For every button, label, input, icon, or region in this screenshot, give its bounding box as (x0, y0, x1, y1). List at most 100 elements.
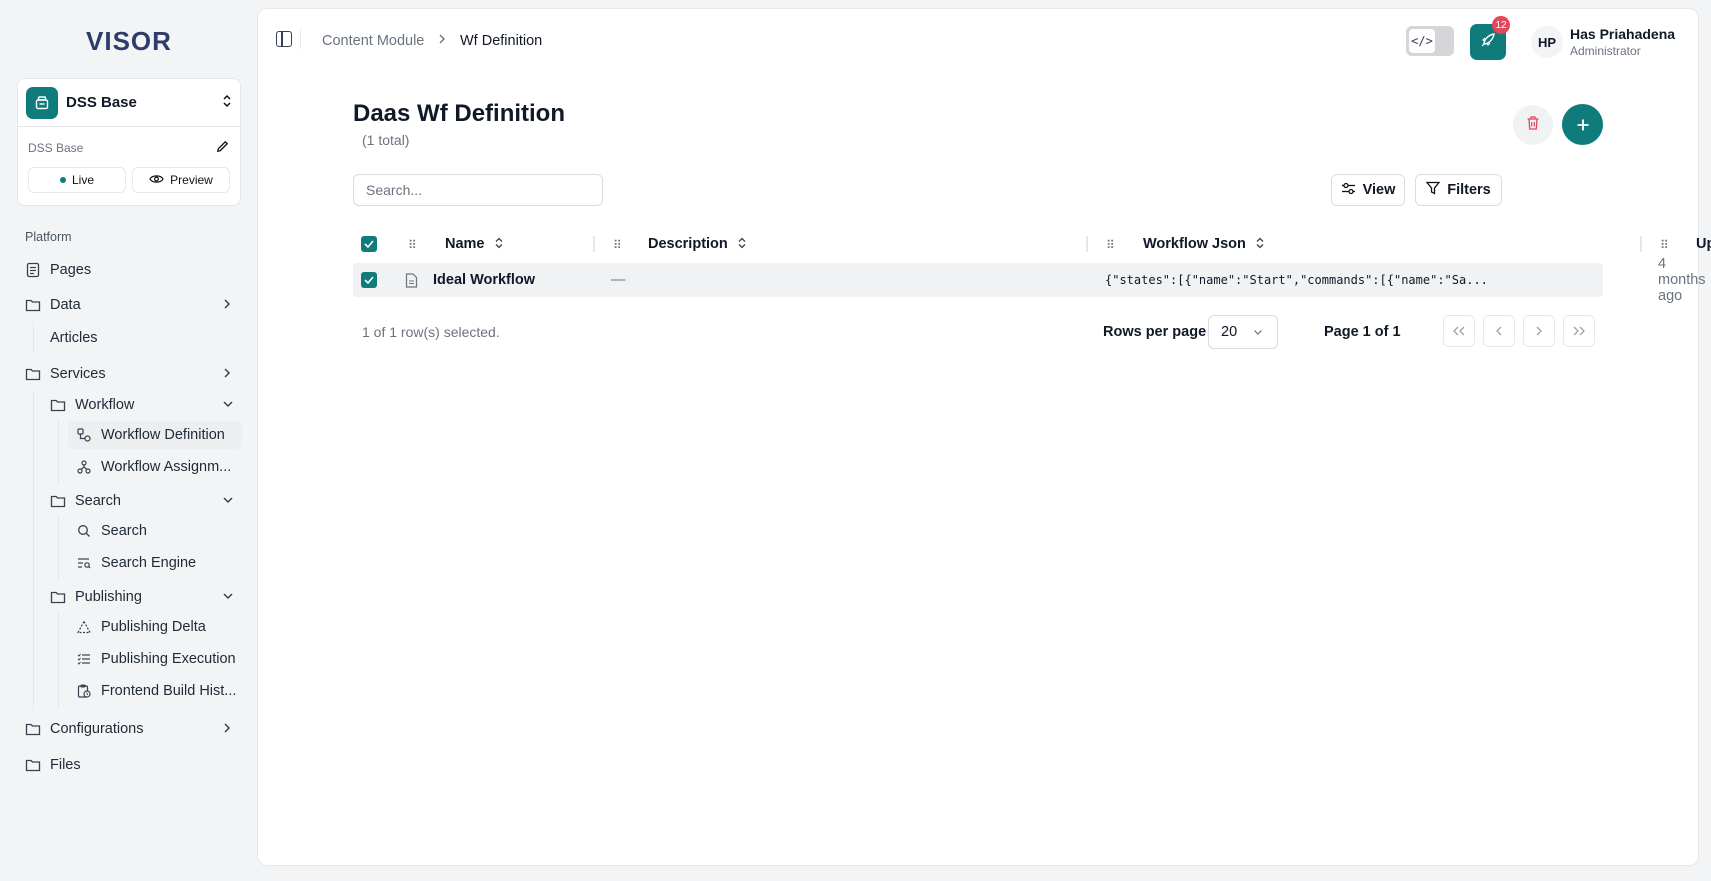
sidebar-item-publishing-delta[interactable]: Publishing Delta (76, 619, 206, 635)
sidebar-item-search-group[interactable]: Search (50, 493, 121, 509)
first-page-button[interactable] (1443, 315, 1475, 347)
sidebar-item-configurations[interactable]: Configurations (25, 721, 144, 737)
workflow-nodes-icon (76, 427, 92, 443)
chevrons-right-icon (1572, 324, 1586, 339)
rocket-icon (1480, 32, 1496, 53)
rows-per-page-select[interactable]: 20 (1208, 315, 1278, 349)
total-count: (1 total) (362, 132, 410, 148)
column-resizer[interactable] (1086, 236, 1088, 252)
text-search-icon (76, 555, 92, 571)
drag-handle-icon[interactable]: ⠿ (613, 238, 622, 252)
sidebar-item-frontend-build[interactable]: Frontend Build Hist... (76, 683, 236, 699)
chevron-down-icon[interactable] (222, 589, 234, 604)
chevron-right-icon[interactable] (223, 298, 231, 313)
column-header-name[interactable]: Name (445, 225, 503, 263)
cell-name[interactable]: Ideal Workflow (433, 263, 535, 297)
folder-icon (50, 589, 66, 605)
sidebar-toggle-icon[interactable] (276, 31, 292, 47)
breadcrumb-parent[interactable]: Content Module (322, 33, 424, 49)
workspace-switcher[interactable]: DSS Base (18, 79, 240, 127)
workspace-subtitle: DSS Base (28, 141, 84, 155)
drag-handle-icon[interactable]: ⠿ (408, 238, 417, 252)
filter-icon (1425, 181, 1441, 199)
sliders-icon (1341, 182, 1356, 199)
pencil-icon[interactable] (215, 139, 230, 157)
folder-icon (25, 366, 41, 382)
notification-badge: 12 (1492, 16, 1510, 34)
cell-updated: 4 months ago (1658, 256, 1706, 304)
rows-per-page-label: Rows per page (1103, 324, 1207, 340)
preview-button[interactable]: Preview (132, 167, 230, 193)
document-icon (405, 263, 418, 297)
table-row[interactable]: Ideal Workflow — {"states":[{"name":"Sta… (353, 256, 1706, 304)
folder-icon (25, 297, 41, 313)
chevron-right-icon[interactable] (223, 367, 231, 382)
chevron-down-icon[interactable] (222, 493, 234, 508)
live-button[interactable]: Live (28, 167, 126, 193)
page-list-icon (25, 262, 41, 278)
next-page-button[interactable] (1523, 315, 1555, 347)
sidebar-item-label: Search Engine (101, 555, 197, 571)
sidebar-item-label: Workflow Assignm... (101, 459, 232, 475)
previous-page-button[interactable] (1483, 315, 1515, 347)
column-header-workflow-json[interactable]: Workflow Json (1143, 225, 1264, 263)
cell-workflow-json: {"states":[{"name":"Start","commands":[{… (1105, 273, 1488, 287)
folder-icon (25, 757, 41, 773)
workspace-name: DSS Base (66, 94, 137, 111)
sidebar-item-label: Search (75, 493, 121, 509)
chevron-right-icon (438, 33, 446, 49)
view-button[interactable]: View (1331, 174, 1405, 206)
breadcrumb-divider (300, 29, 301, 49)
sidebar-item-services[interactable]: Services (25, 366, 106, 382)
sidebar-item-workflow-definition[interactable]: Workflow Definition (76, 427, 225, 443)
chevron-down-icon (1253, 324, 1263, 340)
table-header: ⠿ Name ⠿ Description ⠿ Workflow Json ⠿ U… (353, 225, 1711, 263)
chevron-right-icon[interactable] (223, 722, 231, 737)
sidebar-item-search[interactable]: Search (76, 523, 147, 539)
tree-line (58, 612, 59, 708)
column-resizer[interactable] (1640, 236, 1642, 252)
column-header-description[interactable]: Description (648, 225, 746, 263)
sidebar-item-publishing-execution[interactable]: Publishing Execution (76, 651, 236, 667)
avatar[interactable]: HP (1531, 26, 1563, 58)
delete-button[interactable] (1513, 105, 1553, 145)
sidebar-item-label: Files (50, 757, 81, 773)
column-resizer[interactable] (593, 236, 595, 252)
drag-handle-icon[interactable]: ⠿ (1106, 238, 1115, 252)
sidebar-item-workflow[interactable]: Workflow (50, 397, 134, 413)
folder-icon (25, 721, 41, 737)
workspace-icon (26, 86, 58, 119)
add-button[interactable] (1562, 104, 1603, 145)
chevron-up-down-icon (222, 94, 232, 111)
eye-icon (149, 173, 164, 188)
search-input[interactable] (353, 174, 603, 206)
code-icon: </> (1409, 29, 1435, 53)
filters-button[interactable]: Filters (1415, 174, 1502, 206)
rows-per-page-value: 20 (1221, 324, 1238, 340)
sidebar-item-pages[interactable]: Pages (25, 262, 91, 278)
sidebar-item-articles[interactable]: Articles (50, 330, 98, 346)
workspace-card: DSS Base DSS Base Live Preview (17, 78, 241, 206)
column-label: Name (445, 236, 485, 252)
last-page-button[interactable] (1563, 315, 1595, 347)
sidebar-item-data[interactable]: Data (25, 297, 81, 313)
drag-handle-icon[interactable]: ⠿ (1660, 238, 1669, 252)
sidebar-item-files[interactable]: Files (25, 757, 81, 773)
row-checkbox[interactable] (361, 272, 377, 288)
select-all-checkbox[interactable] (361, 236, 377, 252)
chevrons-left-icon (1452, 324, 1466, 339)
tree-line (58, 420, 59, 484)
sidebar-item-workflow-assignment[interactable]: Workflow Assignm... (76, 459, 231, 475)
sidebar-item-label: Services (50, 366, 106, 382)
column-label: Workflow Json (1143, 236, 1246, 252)
sidebar: VISOR DSS Base DSS Base Live Preview Pla… (0, 0, 257, 881)
sidebar-item-label: Workflow Definition (101, 427, 225, 443)
sidebar-item-search-engine[interactable]: Search Engine (76, 555, 196, 571)
chevron-left-icon (1495, 324, 1503, 339)
sidebar-item-label: Pages (50, 262, 92, 278)
code-mode-toggle[interactable]: </> (1406, 26, 1454, 56)
column-label: Updated (1696, 236, 1711, 252)
chevron-down-icon[interactable] (222, 397, 234, 412)
sidebar-item-publishing[interactable]: Publishing (50, 589, 142, 605)
folder-icon (50, 493, 66, 509)
